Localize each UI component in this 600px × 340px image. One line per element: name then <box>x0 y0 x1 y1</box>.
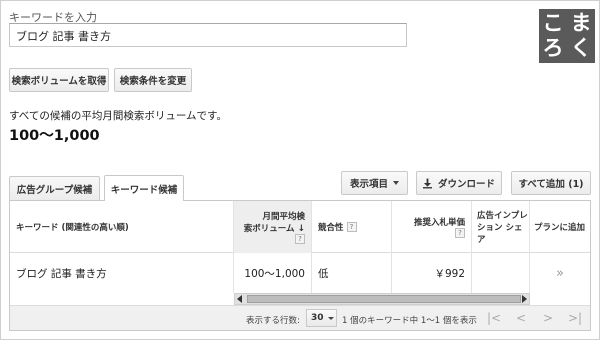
cell-keyword: ブログ 記事 書き方 <box>10 253 234 293</box>
column-header-keyword[interactable]: キーワード (関連性の高い順) <box>10 201 234 253</box>
column-header-label: 競合性 <box>318 223 344 233</box>
column-header-competition[interactable]: 競合性 ? <box>312 201 392 253</box>
scroll-left-icon[interactable] <box>237 295 242 303</box>
keyword-planner-window: キーワードを入力 ブログ 記事 書き方 こ ま ろ く 検索ボリュームを取得 検… <box>0 0 600 340</box>
logo-char: ま <box>570 11 592 35</box>
tab-ad-group-ideas[interactable]: 広告グループ候補 <box>9 176 100 200</box>
help-icon[interactable]: ? <box>455 228 465 238</box>
previous-page-button[interactable]: < <box>512 309 530 327</box>
sort-descending-icon: ↓ <box>297 224 305 234</box>
change-search-conditions-button[interactable]: 検索条件を変更 <box>114 68 192 92</box>
keyword-input[interactable]: ブログ 記事 書き方 <box>9 23 407 47</box>
chevron-down-icon <box>393 181 399 185</box>
scrollbar-thumb[interactable] <box>247 295 521 303</box>
download-icon <box>423 178 432 188</box>
table-row: ブログ 記事 書き方 100〜1,000 低 ￥992 » <box>10 253 590 293</box>
rows-per-page-value: 30 <box>311 313 324 323</box>
help-icon[interactable]: ? <box>346 222 357 232</box>
cell-competition: 低 <box>312 253 392 293</box>
column-header-label: 索ボリューム <box>243 224 295 234</box>
first-page-button[interactable]: |< <box>485 309 503 327</box>
table-header: キーワード (関連性の高い順) 月間平均検 索ボリューム ↓ ? 競合性 ? 推奨… <box>10 201 590 253</box>
cell-suggested-bid: ￥992 <box>392 253 472 293</box>
add-to-plan-button[interactable]: » <box>530 253 590 293</box>
add-all-button[interactable]: すべて追加 (1) <box>511 171 591 195</box>
tab-keyword-ideas[interactable]: キーワード候補 <box>104 175 184 201</box>
display-items-button[interactable]: 表示項目 <box>341 171 408 195</box>
column-header-ad-impression-share[interactable]: 広告インプレ ション シェア <box>472 201 530 253</box>
komaroku-logo: こ ま ろ く <box>539 9 595 63</box>
column-header-label: 推奨入札単価 <box>413 218 465 228</box>
average-volume-description: すべての候補の平均月間検索ボリュームです。 <box>9 110 227 122</box>
column-header-suggested-bid[interactable]: 推奨入札単価 ? <box>392 201 472 253</box>
get-search-volume-button[interactable]: 検索ボリュームを取得 <box>9 68 109 92</box>
download-label: ダウンロード <box>437 179 495 190</box>
column-header-label: 月間平均検 <box>262 212 305 222</box>
logo-char: ろ <box>542 36 564 60</box>
last-page-button[interactable]: >| <box>566 309 584 327</box>
display-items-label: 表示項目 <box>349 179 388 190</box>
scroll-right-icon[interactable] <box>522 295 527 303</box>
column-header-label: ション シェア <box>477 223 523 245</box>
rows-per-page-select[interactable]: 30 <box>306 309 337 327</box>
cell-ad-impression-share <box>472 253 530 293</box>
logo-char: こ <box>542 11 564 35</box>
rows-per-page-label: 表示する行数: <box>246 316 300 326</box>
column-header-label: 広告インプレ <box>477 211 528 221</box>
column-header-avg-monthly-searches[interactable]: 月間平均検 索ボリューム ↓ ? <box>234 201 312 253</box>
keyword-ideas-table: キーワード (関連性の高い順) 月間平均検 索ボリューム ↓ ? 競合性 ? 推奨… <box>9 200 591 331</box>
cell-avg-monthly-searches: 100〜1,000 <box>234 253 312 293</box>
download-button[interactable]: ダウンロード <box>416 171 502 195</box>
average-volume-value: 100〜1,000 <box>9 128 100 144</box>
column-header-add-to-plan: プランに追加 <box>534 223 586 233</box>
next-page-button[interactable]: > <box>539 309 557 327</box>
horizontal-scrollbar[interactable] <box>234 293 530 305</box>
logo-char: く <box>570 36 592 60</box>
chevron-down-icon <box>327 316 334 320</box>
help-icon[interactable]: ? <box>295 234 305 244</box>
pagination-range-text: 1 個のキーワード中 1〜1 個を表示 <box>342 316 477 326</box>
table-footer: 表示する行数: 30 1 個のキーワード中 1〜1 個を表示 |< < > >| <box>10 305 590 330</box>
